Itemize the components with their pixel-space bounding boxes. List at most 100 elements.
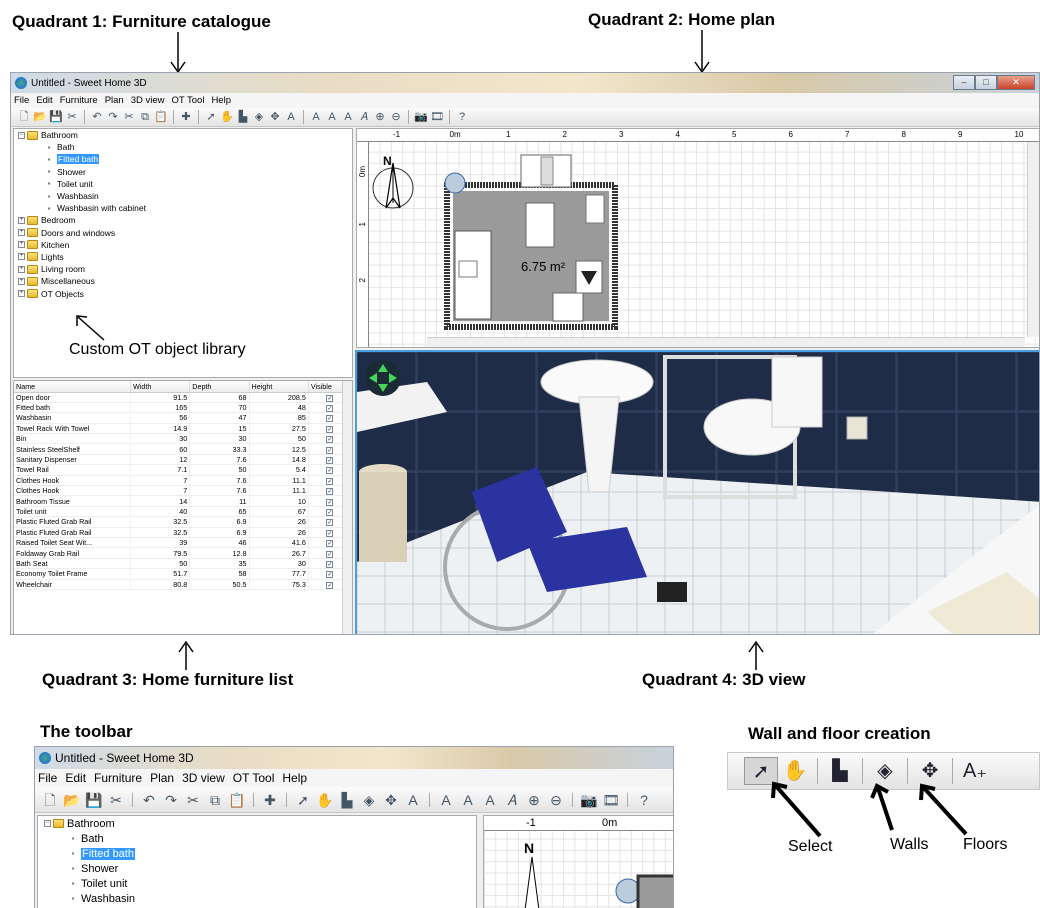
category-item[interactable]: + Doors and windows bbox=[14, 227, 352, 239]
pan-icon[interactable]: ✋ bbox=[220, 110, 234, 124]
help-icon[interactable]: ? bbox=[635, 793, 653, 807]
copy-icon[interactable]: ⧉ bbox=[138, 110, 152, 124]
text-style-icon[interactable]: A bbox=[437, 793, 455, 807]
table-row[interactable]: Clothes Hook 7 7.6 11.1 ✓ bbox=[14, 475, 352, 487]
text-italic-icon[interactable]: 𝐴 bbox=[357, 110, 371, 124]
menu-file[interactable]: File bbox=[38, 771, 57, 785]
catalogue-item[interactable]: ▪ Fitted bath bbox=[14, 153, 352, 165]
catalogue-item[interactable]: ▪ Fitted bath bbox=[38, 846, 476, 861]
add-furniture-icon[interactable]: ✚ bbox=[179, 110, 193, 124]
visible-checkbox[interactable]: ✓ bbox=[326, 571, 334, 579]
category-bathroom[interactable]: − Bathroom bbox=[14, 129, 352, 141]
paste-icon[interactable]: 📋 bbox=[154, 110, 168, 124]
visible-checkbox[interactable]: ✓ bbox=[326, 519, 334, 527]
table-row[interactable]: Bin 30 30 50 ✓ bbox=[14, 433, 352, 445]
zoom-in-icon[interactable]: ⊕ bbox=[525, 793, 543, 807]
catalogue-item[interactable]: ▪ Washbasin bbox=[14, 190, 352, 202]
create-floors-icon[interactable]: ◈ bbox=[360, 793, 378, 807]
catalogue-item[interactable]: ▪ Washbasin bbox=[38, 891, 476, 906]
text-italic-icon[interactable]: 𝐴 bbox=[503, 793, 521, 807]
undo-icon[interactable]: ↶ bbox=[90, 110, 104, 124]
visible-checkbox[interactable]: ✓ bbox=[326, 415, 334, 423]
menu-edit[interactable]: Edit bbox=[36, 95, 52, 106]
expand-icon[interactable]: + bbox=[18, 229, 25, 237]
menu-ot-tool[interactable]: OT Tool bbox=[233, 771, 275, 785]
catalogue-item[interactable]: ▪ Toilet unit bbox=[14, 178, 352, 190]
cut-tool-icon[interactable]: ✂ bbox=[65, 110, 79, 124]
menu-file[interactable]: File bbox=[14, 95, 29, 106]
menu-furniture[interactable]: Furniture bbox=[60, 95, 98, 106]
menu-ot-tool[interactable]: OT Tool bbox=[172, 95, 205, 106]
menu-3d-view[interactable]: 3D view bbox=[182, 771, 225, 785]
text-style-icon[interactable]: A bbox=[459, 793, 477, 807]
menu-help[interactable]: Help bbox=[211, 95, 231, 106]
add-text-icon[interactable]: A₊ bbox=[958, 757, 992, 785]
table-row[interactable]: Foldaway Grab Rail 79.5 12.8 26.7 ✓ bbox=[14, 547, 352, 559]
visible-checkbox[interactable]: ✓ bbox=[326, 581, 334, 589]
visible-checkbox[interactable]: ✓ bbox=[326, 394, 334, 402]
open-icon[interactable]: 📂 bbox=[63, 793, 81, 807]
expand-icon[interactable]: + bbox=[18, 216, 25, 224]
zoom-out-icon[interactable]: ⊖ bbox=[389, 110, 403, 124]
catalogue-item[interactable]: ▪ Bath bbox=[38, 831, 476, 846]
new-icon[interactable]: 🗋 bbox=[41, 793, 59, 807]
pan-icon[interactable]: ✋ bbox=[316, 793, 334, 807]
open-icon[interactable]: 📂 bbox=[33, 110, 47, 124]
expand-icon[interactable]: + bbox=[18, 241, 25, 249]
create-floors-icon[interactable]: ◈ bbox=[868, 757, 902, 785]
expand-icon[interactable]: + bbox=[18, 290, 25, 298]
menu-plan[interactable]: Plan bbox=[105, 95, 124, 106]
select-icon[interactable]: ➚ bbox=[204, 110, 218, 124]
table-row[interactable]: Fitted bath 165 70 48 ✓ bbox=[14, 402, 352, 414]
table-row[interactable]: Wheelchair 80.8 50.5 75.3 ✓ bbox=[14, 579, 352, 590]
column-header[interactable]: Depth bbox=[189, 381, 250, 393]
create-dimensions-icon[interactable]: ✥ bbox=[268, 110, 282, 124]
visible-checkbox[interactable]: ✓ bbox=[326, 457, 334, 465]
visible-checkbox[interactable]: ✓ bbox=[326, 477, 334, 485]
plan-vertical-scrollbar[interactable] bbox=[1027, 142, 1039, 337]
visible-checkbox[interactable]: ✓ bbox=[326, 508, 334, 516]
save-icon[interactable]: 💾 bbox=[85, 793, 103, 807]
table-row[interactable]: Open door 91.5 68 208.5 ✓ bbox=[14, 392, 352, 403]
table-row[interactable]: Economy Toilet Frame 51.7 58 77.7 ✓ bbox=[14, 568, 352, 580]
table-row[interactable]: Sanitary Dispenser 12 7.6 14.8 ✓ bbox=[14, 454, 352, 466]
table-row[interactable]: Washbasin 56 47 85 ✓ bbox=[14, 412, 352, 424]
catalogue-item[interactable]: ▪ Toilet unit bbox=[38, 876, 476, 891]
create-floors-icon[interactable]: ◈ bbox=[252, 110, 266, 124]
create-dimensions-icon[interactable]: ✥ bbox=[382, 793, 400, 807]
add-text-icon[interactable]: A bbox=[284, 110, 298, 124]
table-row[interactable]: Toilet unit 40 65 67 ✓ bbox=[14, 506, 352, 518]
photo-icon[interactable]: 📷 bbox=[580, 793, 598, 807]
create-walls-icon[interactable]: ▙ bbox=[338, 793, 356, 807]
cut-icon[interactable]: ✂ bbox=[122, 110, 136, 124]
photo-icon[interactable]: 📷 bbox=[414, 110, 428, 124]
text-style-icon[interactable]: A bbox=[325, 110, 339, 124]
column-header[interactable]: Height bbox=[249, 381, 309, 393]
plan-horizontal-scrollbar[interactable] bbox=[427, 337, 1025, 347]
plan-zoom[interactable]: -1 0m N bbox=[483, 815, 673, 908]
text-bold-icon[interactable]: A bbox=[341, 110, 355, 124]
create-walls-icon[interactable]: ▙ bbox=[823, 757, 857, 785]
visible-checkbox[interactable]: ✓ bbox=[326, 560, 334, 568]
visible-checkbox[interactable]: ✓ bbox=[326, 488, 334, 496]
table-row[interactable]: Stainless SteelShelf 60 33.3 12.5 ✓ bbox=[14, 443, 352, 455]
table-row[interactable]: Bath Seat 50 35 30 ✓ bbox=[14, 558, 352, 570]
create-walls-icon[interactable]: ▙ bbox=[236, 110, 250, 124]
table-row[interactable]: Plastic Fluted Grab Rail 32.5 6.9 26 ✓ bbox=[14, 527, 352, 538]
add-furniture-icon[interactable]: ✚ bbox=[261, 793, 279, 807]
add-text-icon[interactable]: A bbox=[404, 793, 422, 807]
table-row[interactable]: Bathroom Tissue 14 11 10 ✓ bbox=[14, 495, 352, 507]
menu-furniture[interactable]: Furniture bbox=[94, 771, 142, 785]
copy-icon[interactable]: ⧉ bbox=[206, 793, 224, 807]
category-bathroom[interactable]: − Bathroom bbox=[38, 816, 476, 831]
maximize-button[interactable]: □ bbox=[975, 75, 997, 90]
video-icon[interactable]: 🎞 bbox=[602, 793, 620, 807]
visible-checkbox[interactable]: ✓ bbox=[326, 436, 334, 444]
visible-checkbox[interactable]: ✓ bbox=[326, 550, 334, 558]
redo-icon[interactable]: ↷ bbox=[106, 110, 120, 124]
minimize-button[interactable]: – bbox=[953, 75, 975, 90]
category-item[interactable]: + Bedroom bbox=[14, 214, 352, 226]
redo-icon[interactable]: ↷ bbox=[162, 793, 180, 807]
text-bold-icon[interactable]: A bbox=[481, 793, 499, 807]
expand-icon[interactable]: + bbox=[18, 277, 25, 285]
